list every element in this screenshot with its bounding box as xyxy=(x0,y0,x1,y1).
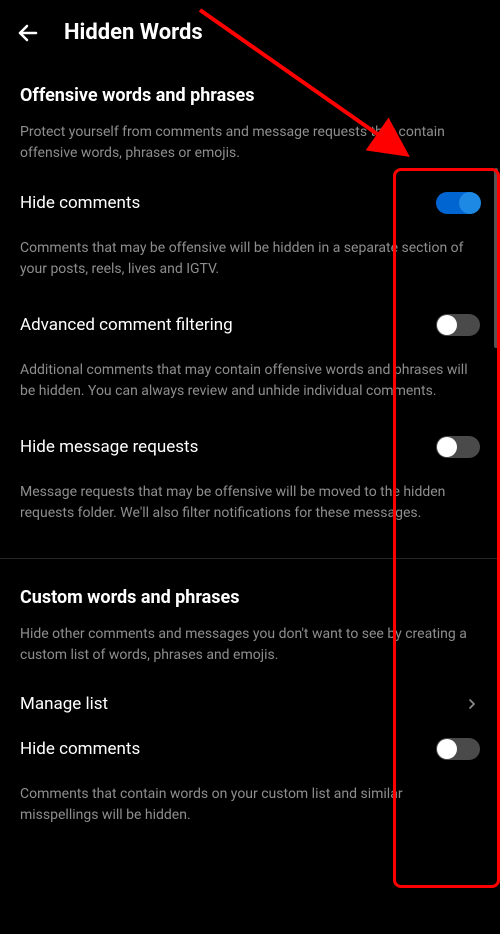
toggle-hide-message-requests[interactable] xyxy=(436,436,480,458)
toggle-advanced-filtering[interactable] xyxy=(436,314,480,336)
toggle-knob-icon xyxy=(437,739,457,759)
section-title-custom: Custom words and phrases xyxy=(20,587,480,608)
setting-label: Hide comments xyxy=(20,193,140,213)
divider xyxy=(0,558,500,559)
setting-advanced-filtering: Advanced comment filtering xyxy=(20,314,480,336)
back-arrow-icon[interactable] xyxy=(16,21,40,45)
setting-hide-comments-custom: Hide comments xyxy=(20,738,480,760)
setting-label: Hide message requests xyxy=(20,437,198,457)
setting-manage-list[interactable]: Manage list xyxy=(20,694,480,714)
toggle-knob-icon xyxy=(437,437,457,457)
setting-description: Additional comments that may contain off… xyxy=(20,360,480,402)
section-description-offensive: Protect yourself from comments and messa… xyxy=(20,122,480,164)
toggle-knob-icon xyxy=(437,315,457,335)
section-title-offensive: Offensive words and phrases xyxy=(20,85,480,106)
setting-hide-message-requests: Hide message requests xyxy=(20,436,480,458)
toggle-knob-icon xyxy=(459,192,481,214)
content-area: Offensive words and phrases Protect your… xyxy=(0,85,500,826)
setting-hide-comments: Hide comments xyxy=(20,192,480,214)
setting-label: Advanced comment filtering xyxy=(20,315,233,335)
page-title: Hidden Words xyxy=(64,20,203,45)
setting-description: Comments that contain words on your cust… xyxy=(20,784,480,826)
chevron-right-icon xyxy=(464,696,480,712)
header: Hidden Words xyxy=(0,0,500,65)
toggle-hide-comments-custom[interactable] xyxy=(436,738,480,760)
setting-label: Hide comments xyxy=(20,739,140,759)
setting-label: Manage list xyxy=(20,694,108,714)
toggle-hide-comments[interactable] xyxy=(436,192,480,214)
section-description-custom: Hide other comments and messages you don… xyxy=(20,624,480,666)
setting-description: Comments that may be offensive will be h… xyxy=(20,238,480,280)
setting-description: Message requests that may be offensive w… xyxy=(20,482,480,524)
scrollbar[interactable] xyxy=(494,168,498,348)
